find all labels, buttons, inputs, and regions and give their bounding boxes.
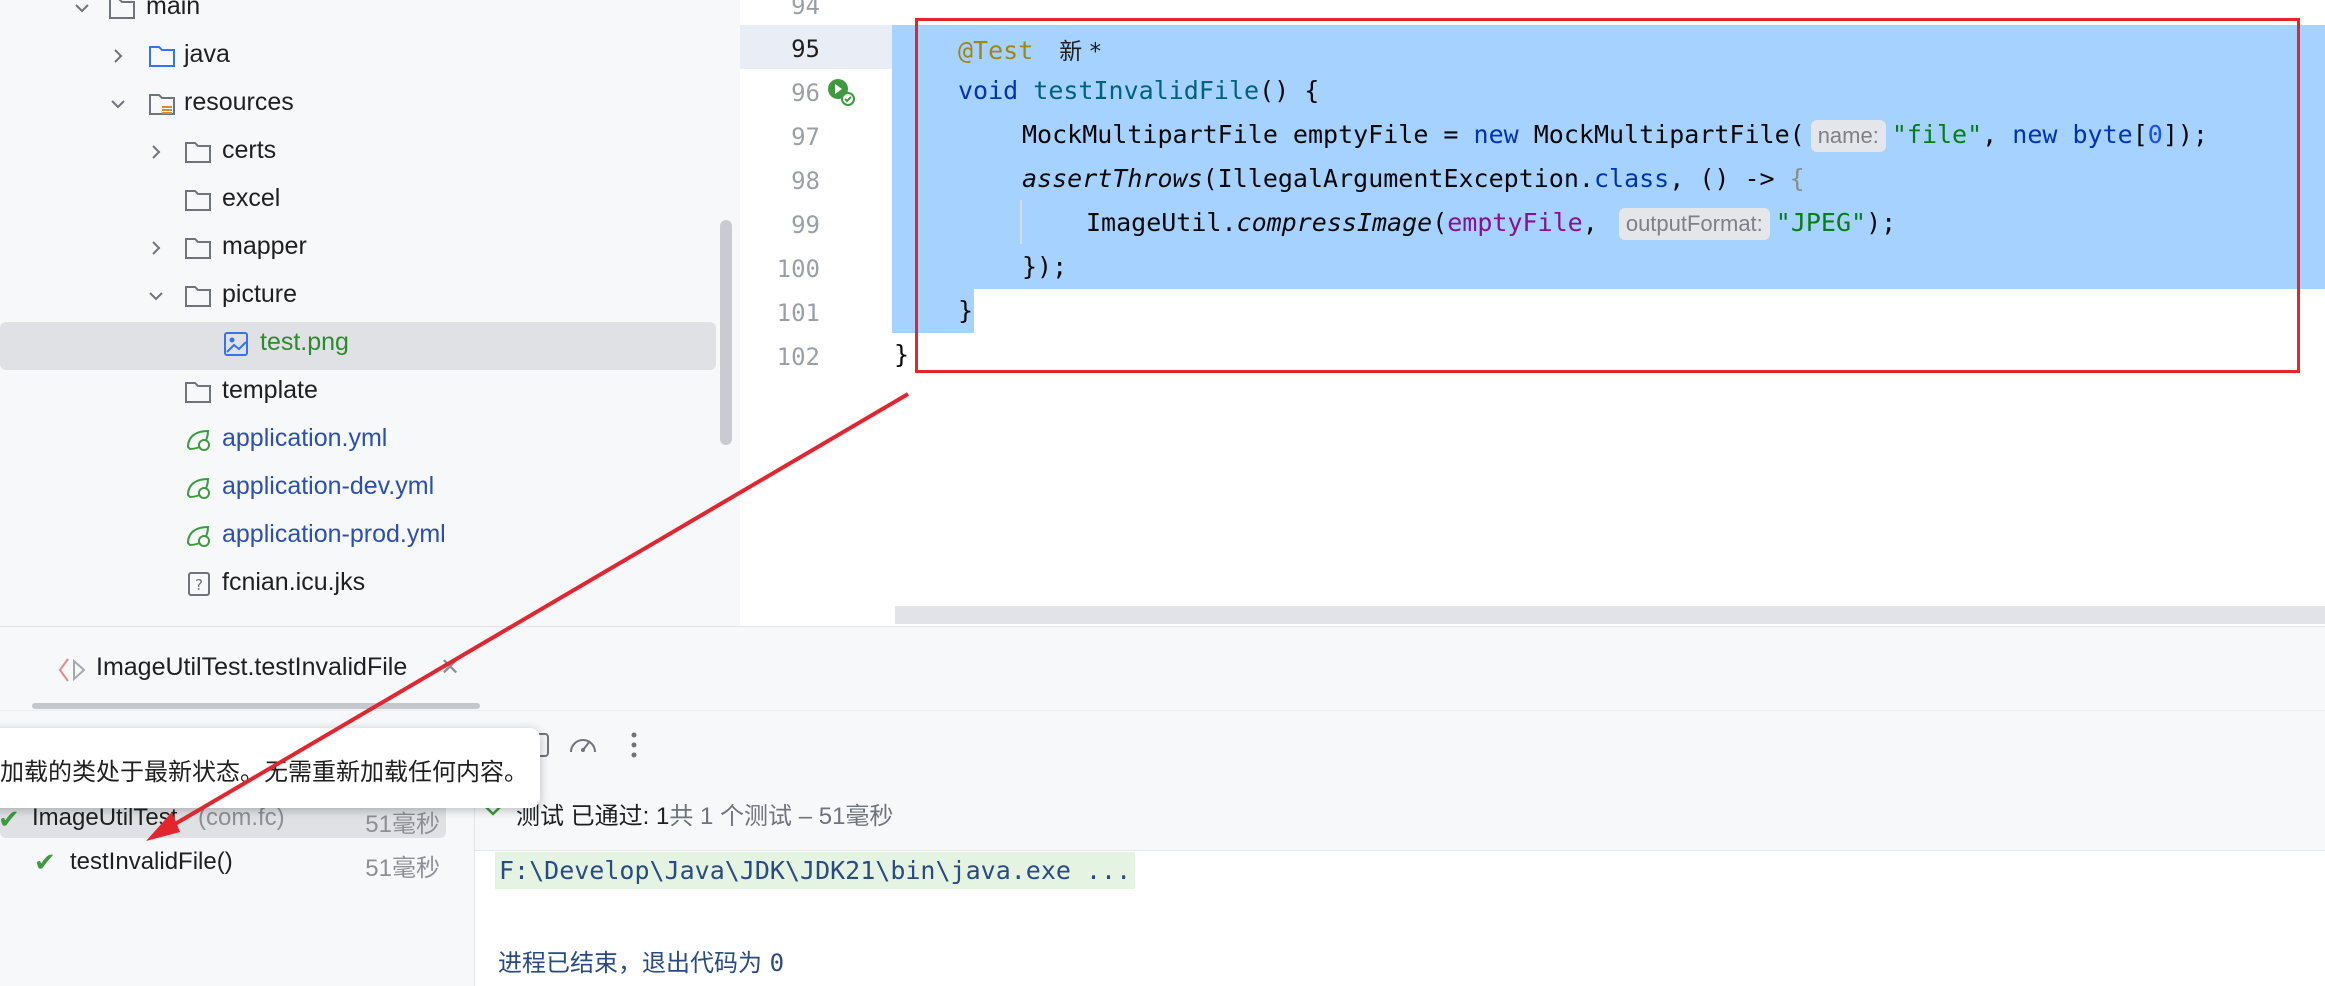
- spring-leaf-icon: [186, 477, 210, 499]
- folder-icon: [185, 286, 211, 307]
- tree-item-certs[interactable]: certs: [0, 130, 740, 178]
- tree-item-label: fcnian.icu.jks: [222, 568, 366, 596]
- chevron-down-icon[interactable]: [72, 0, 92, 18]
- svg-text:?: ?: [195, 576, 203, 594]
- project-tree: main java resources certs excel mapper p…: [0, 0, 740, 626]
- line-number: 99: [791, 211, 820, 239]
- tree-item-label: application-prod.yml: [222, 520, 446, 548]
- tree-item-application-prod-yml[interactable]: application-prod.yml: [0, 514, 740, 562]
- tree-item-label: application-dev.yml: [222, 472, 435, 500]
- tree-item-label: mapper: [222, 232, 307, 260]
- test-class-label: ImageUtilTest: [32, 804, 178, 831]
- folder-icon: [185, 238, 211, 259]
- tree-item-picture[interactable]: picture: [0, 274, 740, 322]
- tree-item-mapper[interactable]: mapper: [0, 226, 740, 274]
- tree-item-main[interactable]: main: [0, 0, 740, 34]
- test-package-label: (com.fc): [198, 804, 285, 831]
- line-number: 97: [791, 123, 820, 151]
- tree-item-application-yml[interactable]: application.yml: [0, 418, 740, 466]
- folder-icon: [185, 190, 211, 211]
- tree-item-label: main: [146, 0, 201, 20]
- tree-item-label: template: [222, 376, 318, 404]
- close-icon[interactable]: ✕: [440, 653, 460, 681]
- check-icon: ✔: [34, 847, 56, 877]
- spring-leaf-icon: [186, 525, 210, 547]
- chevron-right-icon[interactable]: [146, 142, 166, 162]
- exit-line: 进程已结束，退出代码为 0: [498, 943, 784, 978]
- tree-item-java[interactable]: java: [0, 34, 740, 82]
- test-duration: 51毫秒: [365, 811, 440, 838]
- image-file-icon: [224, 332, 248, 356]
- chevron-right-icon[interactable]: [108, 46, 128, 66]
- line-number: 96: [791, 79, 820, 107]
- test-row-method[interactable]: ✔ testInvalidFile() 51毫秒: [0, 842, 446, 882]
- test-method-label: testInvalidFile(): [70, 848, 233, 875]
- run-tab-label[interactable]: ImageUtilTest.testInvalidFile: [96, 653, 407, 682]
- line-number: 102: [776, 343, 820, 371]
- tree-item-template[interactable]: template: [0, 370, 740, 418]
- highlight-box: [915, 18, 2300, 373]
- folder-icon: [185, 382, 211, 403]
- status-passed: 已通过: 1: [570, 803, 670, 830]
- line-number: 100: [776, 255, 820, 283]
- panel-divider: [0, 626, 2325, 627]
- active-tab-indicator: [32, 703, 480, 709]
- folder-icon: [109, 0, 135, 19]
- tree-item-label: java: [184, 40, 230, 68]
- run-test-icon[interactable]: [826, 77, 856, 107]
- resources-folder-icon: [149, 94, 175, 115]
- exit-text: 进程已结束，退出代码为: [498, 949, 762, 977]
- chevron-down-icon[interactable]: [146, 286, 166, 306]
- tree-item-label: test.png: [260, 328, 349, 356]
- check-icon: ✔: [0, 804, 20, 834]
- folder-icon: [185, 142, 211, 163]
- code-line-102: }: [894, 340, 910, 369]
- test-duration: 51毫秒: [365, 855, 440, 882]
- tree-item-label: resources: [184, 88, 294, 116]
- chevron-down-icon[interactable]: [108, 94, 128, 114]
- tree-item-label: certs: [222, 136, 277, 164]
- tree-item-fcnian-jks[interactable]: ? fcnian.icu.jks: [0, 562, 740, 610]
- source-folder-icon: [149, 46, 175, 67]
- tree-item-excel[interactable]: excel: [0, 178, 740, 226]
- more-options-icon[interactable]: [622, 728, 656, 762]
- toast-message: 加载的类处于最新状态。无需重新加载任何内容。: [0, 758, 528, 786]
- line-number: 94: [791, 0, 820, 20]
- editor-horizontal-scrollbar[interactable]: [895, 606, 2325, 624]
- toolbar-divider: [0, 710, 2325, 711]
- unknown-file-icon: ?: [188, 572, 210, 596]
- tree-item-label: application.yml: [222, 424, 388, 452]
- tree-item-label: excel: [222, 184, 281, 212]
- tree-item-resources[interactable]: resources: [0, 82, 740, 130]
- gauge-icon[interactable]: [566, 728, 600, 762]
- exit-code: 0: [769, 949, 785, 977]
- test-status-text: 测试 已通过: 1共 1 个测试 – 51毫秒: [516, 796, 893, 831]
- spring-leaf-icon: [186, 429, 210, 451]
- line-number: 95: [791, 35, 820, 63]
- test-run-icon: [58, 658, 86, 682]
- command-line[interactable]: F:\Develop\Java\JDK\JDK21\bin\java.exe .…: [495, 852, 1136, 889]
- line-number: 98: [791, 167, 820, 195]
- status-summary: 共 1 个测试 – 51毫秒: [669, 803, 894, 830]
- tree-item-label: picture: [222, 280, 298, 308]
- tree-item-application-dev-yml[interactable]: application-dev.yml: [0, 466, 740, 514]
- tree-scrollbar[interactable]: [720, 220, 732, 445]
- line-number: 101: [776, 299, 820, 327]
- chevron-right-icon[interactable]: [146, 238, 166, 258]
- tree-item-test-png[interactable]: test.png: [0, 322, 716, 370]
